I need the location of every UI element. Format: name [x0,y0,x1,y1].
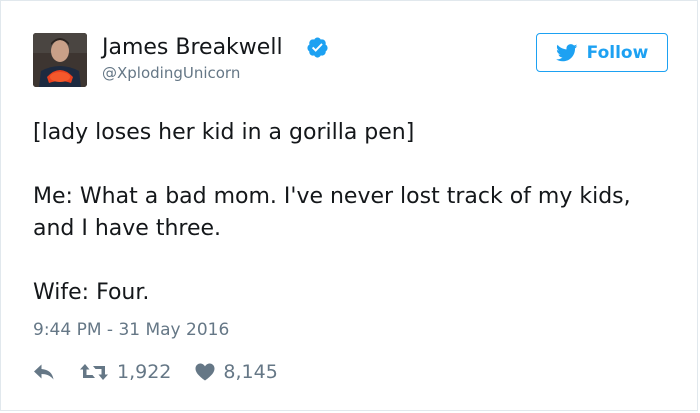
reply-arrow-icon [34,364,54,380]
tweet-line: [lady loses her kid in a gorilla pen] [33,120,415,145]
tweet-timestamp[interactable]: 9:44 PM - 31 May 2016 [33,319,229,341]
like-count: 8,145 [223,361,278,383]
follow-label: Follow [586,42,649,63]
author-handle[interactable]: @XplodingUnicorn [102,63,240,83]
tweet-card: James Breakwell @XplodingUnicorn Follow … [0,0,698,411]
tweet-line: Wife: Four. [33,280,150,305]
retweet-icon [80,364,108,380]
avatar[interactable] [33,33,87,87]
tweet-text: [lady loses her kid in a gorilla pen] Me… [33,117,673,309]
twitter-bird-icon [555,43,578,61]
tweet-line: Me: What a bad mom. I've never lost trac… [33,184,631,241]
verified-badge-icon [307,37,328,58]
follow-button[interactable]: Follow [536,33,668,72]
retweet-button[interactable]: 1,922 [79,361,171,383]
like-button[interactable]: 8,145 [195,361,278,383]
tweet-actions: 1,922 8,145 [33,358,278,386]
author-name[interactable]: James Breakwell [102,34,283,62]
reply-button[interactable] [33,363,55,381]
heart-icon [195,363,215,381]
retweet-count: 1,922 [117,361,172,383]
